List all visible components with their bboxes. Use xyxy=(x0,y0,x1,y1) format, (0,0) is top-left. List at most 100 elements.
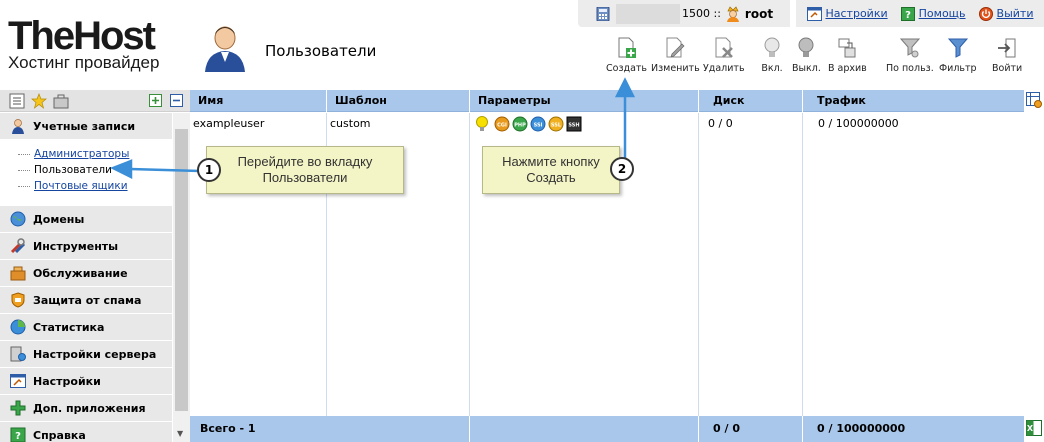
plus-icon xyxy=(10,400,26,416)
column-params[interactable]: Параметры xyxy=(469,90,698,112)
cell-name: exampleuser xyxy=(193,117,265,130)
svg-text:PHP: PHP xyxy=(514,123,526,129)
toolbar: Создать Изменить Удалить Вкл. Выкл. В ар… xyxy=(0,36,1044,80)
enter-icon xyxy=(998,38,1016,58)
sidebar-subitems: Администраторы Пользователи Почтовые ящи… xyxy=(0,140,172,206)
disable-button[interactable]: Выкл. xyxy=(792,36,821,74)
sidebar-item-users[interactable]: Пользователи xyxy=(18,162,172,178)
svg-text:?: ? xyxy=(15,431,21,442)
footer-traffic: 0 / 100000000 xyxy=(802,416,1024,442)
list-icon[interactable] xyxy=(9,93,25,109)
sidebar-group-apps[interactable]: Доп. приложения xyxy=(0,395,172,422)
maintenance-icon xyxy=(10,266,26,281)
account-blurred xyxy=(616,3,680,24)
archive-button[interactable]: В архив xyxy=(828,36,867,74)
ssl-icon: SSL xyxy=(548,116,564,132)
svg-text:X: X xyxy=(1027,424,1034,433)
sidebar-group-server-settings[interactable]: Настройки сервера xyxy=(0,341,172,368)
sidebar-group-domains[interactable]: Домены xyxy=(0,206,172,233)
new-document-icon xyxy=(618,37,636,58)
filter-by-user-button[interactable]: По польз. xyxy=(886,36,934,74)
svg-text:?: ? xyxy=(905,10,911,21)
login-as-button[interactable]: Войти xyxy=(992,36,1022,74)
svg-text:SSI: SSI xyxy=(534,123,543,129)
callout-2: Нажмите кнопку Создать xyxy=(482,146,620,194)
briefcase-icon[interactable] xyxy=(53,93,69,109)
footer-params xyxy=(469,416,698,442)
params-icons: CGI PHP SSI SSL SSH xyxy=(476,116,582,132)
column-name[interactable]: Имя xyxy=(190,90,326,112)
lamp-icon xyxy=(476,116,488,131)
sidebar-group-help[interactable]: ? Справка xyxy=(0,422,172,442)
create-button[interactable]: Создать xyxy=(606,36,647,74)
accounts-icon xyxy=(12,119,24,134)
settings-link[interactable]: Настройки xyxy=(806,6,888,21)
table-header: Имя Шаблон Параметры Диск Трафик xyxy=(190,90,1024,112)
sidebar-item-mailboxes[interactable]: Почтовые ящики xyxy=(18,178,172,194)
sidebar-group-settings[interactable]: Настройки xyxy=(0,368,172,395)
cgi-icon: CGI xyxy=(494,116,510,132)
star-icon[interactable] xyxy=(31,93,47,109)
cell-disk: 0 / 0 xyxy=(708,117,733,130)
sidebar-item-administrators[interactable]: Администраторы xyxy=(18,146,172,162)
shield-icon xyxy=(11,292,25,308)
filter-button[interactable]: Фильтр xyxy=(939,36,977,74)
php-icon: PHP xyxy=(512,116,528,132)
footer-disk: 0 / 0 xyxy=(698,416,802,442)
sidebar-scroll-thumb[interactable] xyxy=(175,129,188,411)
svg-text:SSL: SSL xyxy=(551,123,562,129)
sidebar-group-statistics[interactable]: Статистика xyxy=(0,314,172,341)
account-value: 1500 :: xyxy=(682,7,721,20)
ssi-icon: SSI xyxy=(530,116,546,132)
filter-icon xyxy=(947,38,968,58)
edit-button[interactable]: Изменить xyxy=(651,36,700,74)
svg-text:SSH: SSH xyxy=(568,123,579,129)
column-disk[interactable]: Диск xyxy=(698,90,802,112)
table-settings-icon[interactable] xyxy=(1026,92,1042,108)
scroll-down-arrow-icon[interactable]: ▼ xyxy=(177,429,183,438)
table-footer: Всего - 1 0 / 0 0 / 100000000 xyxy=(190,416,1024,442)
pie-chart-icon xyxy=(10,319,26,335)
delete-document-icon xyxy=(715,37,733,58)
callout-1-number: 1 xyxy=(197,158,221,182)
calculator-icon xyxy=(596,6,610,21)
enable-button[interactable]: Вкл. xyxy=(761,36,783,74)
column-divider xyxy=(802,113,803,416)
sidebar: Учетные записи Администраторы Пользовате… xyxy=(0,113,172,442)
sidebar-group-maintenance[interactable]: Обслуживание xyxy=(0,260,172,287)
collapse-all-icon[interactable] xyxy=(170,94,183,107)
sidebar-group-spam[interactable]: Защита от спама xyxy=(0,287,172,314)
archive-icon xyxy=(838,38,856,58)
help-link[interactable]: ? Помощь xyxy=(900,6,966,21)
userbar: 1500 :: root xyxy=(578,0,790,27)
server-settings-icon xyxy=(10,346,26,362)
footer-total: Всего - 1 xyxy=(200,422,256,435)
column-traffic[interactable]: Трафик xyxy=(802,90,1024,112)
help-icon: ? xyxy=(900,6,915,21)
cell-traffic: 0 / 100000000 xyxy=(818,117,899,130)
column-template[interactable]: Шаблон xyxy=(326,90,469,112)
settings-window-icon xyxy=(10,374,26,388)
sidebar-scrollbar[interactable]: ▼ xyxy=(173,113,190,442)
column-divider xyxy=(698,113,699,416)
logout-link[interactable]: Выйти xyxy=(978,6,1033,21)
sidebar-group-accounts[interactable]: Учетные записи xyxy=(0,113,172,140)
cell-params: CGI PHP SSI SSL SSH xyxy=(471,113,698,135)
sidebar-group-tools[interactable]: Инструменты xyxy=(0,233,172,260)
ssh-icon: SSH xyxy=(566,116,582,132)
callout-1: Перейдите во вкладку Пользователи xyxy=(206,146,404,194)
user-filter-icon xyxy=(899,38,920,58)
power-icon xyxy=(978,6,993,21)
column-divider xyxy=(469,113,470,416)
username[interactable]: root xyxy=(745,7,773,21)
lightbulb-on-icon xyxy=(764,37,780,57)
delete-button[interactable]: Удалить xyxy=(703,36,745,74)
globe-icon xyxy=(10,211,26,227)
tools-icon xyxy=(10,238,26,254)
excel-export-icon[interactable]: X xyxy=(1026,420,1042,436)
table-row[interactable]: exampleuser custom CGI PHP SSI SSL SSH 0… xyxy=(190,113,1024,135)
help-book-icon: ? xyxy=(10,427,26,442)
expand-all-icon[interactable] xyxy=(149,94,162,107)
cell-template: custom xyxy=(330,117,371,130)
svg-text:CGI: CGI xyxy=(497,123,507,129)
